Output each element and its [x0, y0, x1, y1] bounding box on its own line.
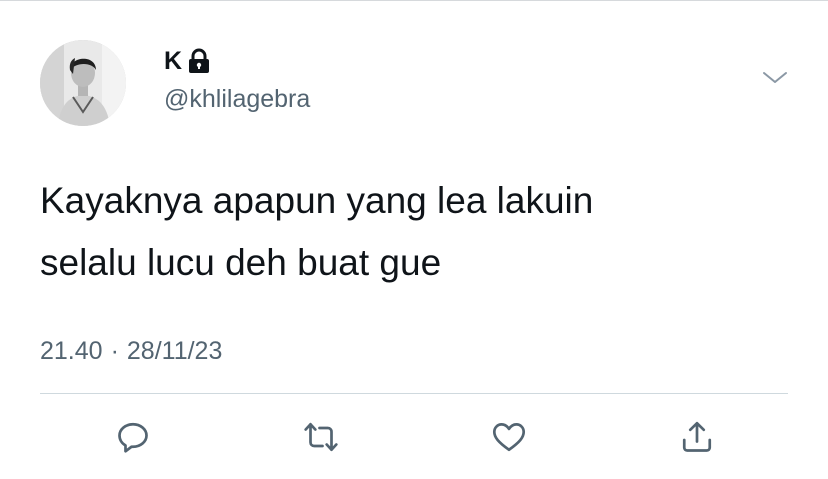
avatar[interactable] — [40, 40, 126, 126]
tweet-text-line: Kayaknya apapun yang lea lakuin — [40, 180, 594, 221]
heart-icon — [492, 423, 526, 452]
reply-button[interactable] — [108, 412, 158, 462]
author-handle[interactable]: @khlilagebra — [164, 84, 310, 114]
lock-icon — [189, 48, 210, 73]
action-bar — [0, 412, 828, 462]
share-button[interactable] — [672, 412, 722, 462]
tweet-date: 28/11/23 — [126, 337, 223, 365]
more-options-button[interactable] — [761, 66, 789, 88]
chevron-down-icon — [763, 72, 787, 83]
tweet-text-line: selalu lucu deh buat gue — [40, 242, 442, 283]
display-name[interactable]: K — [164, 46, 182, 76]
like-button[interactable] — [484, 412, 534, 462]
actions-divider — [40, 393, 788, 394]
retweet-button[interactable] — [296, 412, 346, 462]
meta-separator: · — [110, 337, 119, 365]
avatar-image — [40, 40, 126, 126]
top-divider — [0, 0, 828, 1]
reply-icon — [118, 422, 148, 453]
retweet-icon — [304, 422, 338, 452]
share-icon — [682, 421, 712, 452]
tweet-time: 21.40 — [40, 337, 103, 365]
author-name-row[interactable]: K — [164, 44, 210, 78]
tweet-timestamp[interactable]: 21.40 · 28/11/23 — [40, 334, 222, 368]
tweet-text: Kayaknya apapun yang lea lakuin selalu l… — [40, 170, 780, 294]
